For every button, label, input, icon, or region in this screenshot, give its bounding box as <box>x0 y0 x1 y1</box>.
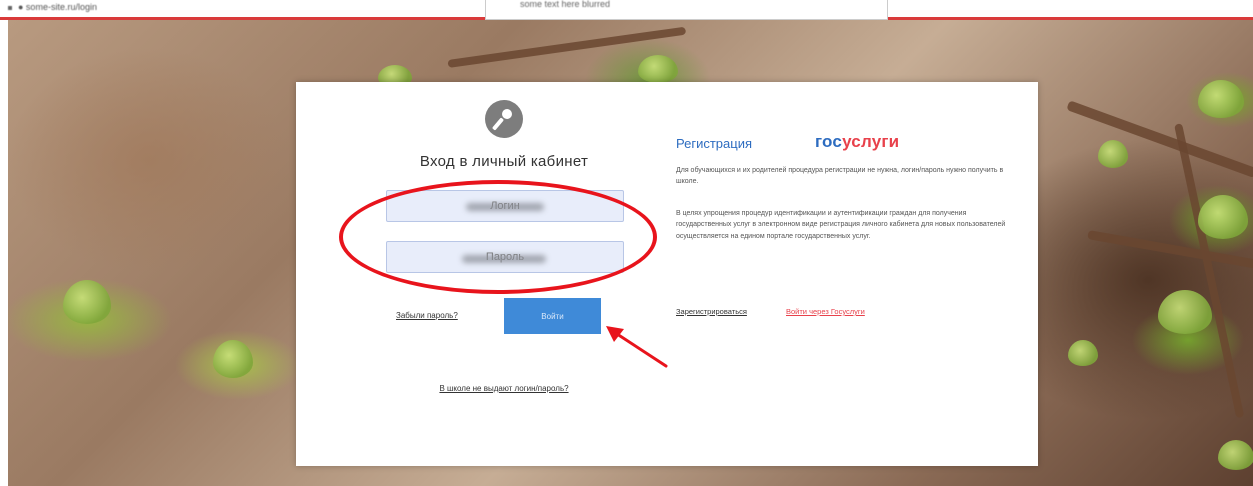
registration-info-text: Для обучающихся и их родителей процедура… <box>676 167 1004 186</box>
background-leaf <box>213 340 253 378</box>
annotation-arrow-icon <box>606 326 668 368</box>
forgot-password-link[interactable]: Забыли пароль? <box>396 311 458 320</box>
browser-popup: some text here blurred <box>485 0 888 20</box>
background-leaf <box>1098 140 1128 168</box>
annotation-ellipse <box>339 180 657 294</box>
browser-tab-text[interactable]: ● some-site.ru/login <box>8 2 97 12</box>
background-leaf <box>638 55 678 83</box>
school-login-help[interactable]: В школе не выдают логин/пароль? <box>296 384 712 393</box>
registration-title: Регистрация <box>676 136 752 151</box>
school-login-help-link[interactable]: В школе не выдают логин/пароль? <box>439 384 568 393</box>
registration-info-text-2: В целях упрощения процедур идентификации… <box>676 210 1006 240</box>
background-leaf <box>63 280 111 324</box>
background-leaf <box>1198 80 1244 118</box>
registration-pane: Регистрация госуслуги Для обучающихся и … <box>676 82 1016 466</box>
register-link[interactable]: Зарегистрироваться <box>676 307 747 316</box>
background-leaf <box>1198 195 1248 239</box>
user-key-icon <box>485 100 523 138</box>
login-button[interactable]: Войти <box>504 298 601 334</box>
browser-top-bar: ● some-site.ru/login some text here blur… <box>0 0 1253 20</box>
login-card: Вход в личный кабинет Забыли пароль? Вой… <box>296 82 1038 466</box>
background-leaf <box>1218 440 1253 470</box>
background-leaf <box>1158 290 1212 334</box>
background-leaf <box>1068 340 1098 366</box>
gosuslugi-logo-part1: гос <box>815 132 843 151</box>
login-title: Вход в личный кабинет <box>419 153 589 170</box>
login-pane: Вход в личный кабинет Забыли пароль? Вой… <box>296 82 712 466</box>
browser-popup-text: some text here blurred <box>520 0 611 9</box>
gosuslugi-logo-part2: услуги <box>842 132 900 151</box>
gosuslugi-logo: госуслуги <box>815 132 899 152</box>
gosuslugi-login-link[interactable]: Войти через Госуслуги <box>786 307 865 316</box>
